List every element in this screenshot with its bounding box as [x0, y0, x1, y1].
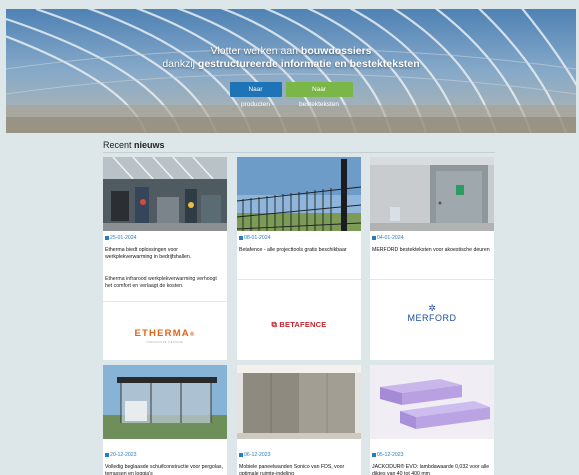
- news-card-etherma[interactable]: 25-01-2024 Etherma biedt oplossingen voo…: [103, 157, 227, 360]
- news-card-title[interactable]: Betafence - alle projecttools gratis bes…: [239, 247, 357, 254]
- news-card-image: [237, 157, 361, 231]
- news-card-title[interactable]: Mobiele paneelwanden Sonico van FDS, voo…: [239, 464, 357, 475]
- news-card-divider: [370, 279, 494, 280]
- page-frame: Vlotter werken aan bouwdossiers dankzij …: [6, 9, 576, 475]
- news-card-merford[interactable]: 04-01-2024 MERFORD bestekteksten voor ak…: [370, 157, 494, 360]
- merford-star-icon: ✲: [428, 303, 436, 313]
- news-card-date: 04-01-2024: [372, 235, 404, 241]
- calendar-icon: [105, 452, 109, 457]
- news-card-date: 08-01-2024: [239, 235, 271, 241]
- news-card-image: [237, 365, 361, 439]
- news-card-divider: [103, 301, 227, 302]
- hero-roof-photo: [6, 9, 576, 133]
- news-card-title[interactable]: MERFORD bestekteksten voor akoestische d…: [372, 247, 490, 254]
- news-card-title[interactable]: Volledig beglaasde schuifconstructie voo…: [105, 464, 223, 475]
- hero-line2-bold: gestructureerde informatie en bestekteks…: [197, 58, 420, 70]
- news-card-date: 06-12-2023: [239, 452, 271, 458]
- hero-banner: Vlotter werken aan bouwdossiers dankzij …: [6, 9, 576, 133]
- news-card-image: [103, 365, 227, 439]
- hero-line1-bold: bouwdossiers: [300, 45, 372, 57]
- news-divider: [103, 152, 495, 153]
- news-card-pergola[interactable]: 20-12-2023 Volledig beglaasde schuifcons…: [103, 365, 227, 475]
- betafence-logo: ⧉ BETAFENCE: [271, 320, 327, 329]
- merford-logo: ✲ MERFORD: [370, 303, 494, 323]
- specs-button[interactable]: Naar bestekteksten: [285, 82, 353, 108]
- news-section-title: Recent nieuws: [103, 140, 165, 150]
- calendar-icon: [239, 235, 243, 240]
- news-card-title[interactable]: Etherma biedt oplossingen voor werkplekv…: [105, 247, 223, 260]
- news-card-description: Etherma infrarood werkplekverwarming ver…: [105, 276, 217, 289]
- news-card-date: 25-01-2024: [105, 235, 137, 241]
- news-card-image: [370, 365, 494, 439]
- hero-buttons: Naar producten Naar bestekteksten: [6, 82, 576, 108]
- news-card-sonico[interactable]: 06-12-2023 Mobiele paneelwanden Sonico v…: [237, 365, 361, 475]
- calendar-icon: [105, 235, 109, 240]
- news-card-date: 20-12-2023: [105, 452, 137, 458]
- news-card-image: [103, 157, 227, 231]
- hero-line1-text: Vlotter werken aan: [210, 45, 301, 57]
- etherma-logo: ETHERMA® INNOVATIVE HEATING: [134, 328, 196, 344]
- hero-line2-text: dankzij: [162, 58, 198, 70]
- news-card-divider: [237, 279, 361, 280]
- calendar-icon: [239, 452, 243, 457]
- news-card-date: 05-12-2023: [372, 452, 404, 458]
- news-card-title[interactable]: JACKODUR® EVO: lambdawaarde 0,032 voor a…: [372, 464, 490, 475]
- news-card-jackodur[interactable]: 05-12-2023 JACKODUR® EVO: lambdawaarde 0…: [370, 365, 494, 475]
- products-button[interactable]: Naar producten: [229, 82, 282, 108]
- calendar-icon: [372, 452, 376, 457]
- hero-headline: Vlotter werken aan bouwdossiers dankzij …: [6, 45, 576, 71]
- news-card-betafence[interactable]: 08-01-2024 Betafence - alle projecttools…: [237, 157, 361, 360]
- news-card-image: [370, 157, 494, 231]
- calendar-icon: [372, 235, 376, 240]
